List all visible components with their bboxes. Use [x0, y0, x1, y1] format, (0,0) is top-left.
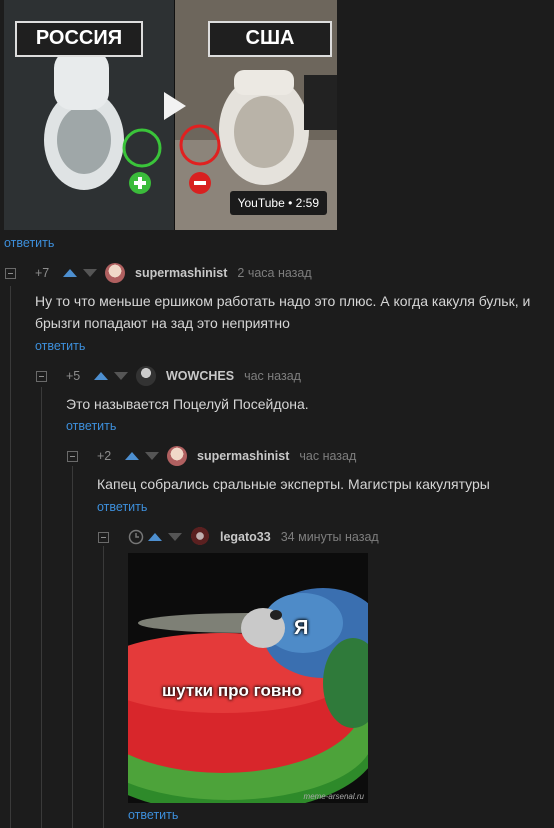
timestamp[interactable]: час назад: [299, 449, 356, 463]
username[interactable]: supermashinist: [135, 266, 227, 280]
comment-header: +2 supermashinist час назад: [97, 446, 356, 466]
downvote-icon[interactable]: [114, 372, 128, 380]
video-duration: 2:59: [295, 196, 319, 210]
video-label-usa: США: [245, 27, 295, 49]
avatar[interactable]: [136, 366, 156, 386]
youtube-badge: YouTube • 2:59: [229, 191, 327, 215]
comment-header: +5 WOWCHES час назад: [66, 366, 301, 386]
thread-line: [103, 546, 104, 828]
downvote-icon[interactable]: [83, 269, 97, 277]
comment-text-line: Ну то что меньше ершиком работать надо э…: [35, 293, 531, 309]
video-label-russia: РОССИЯ: [35, 27, 123, 49]
upvote-icon[interactable]: [125, 452, 139, 460]
timestamp[interactable]: час назад: [244, 369, 301, 383]
meme-watermark: meme-arsenal.ru: [303, 792, 364, 801]
upvote-icon[interactable]: [63, 269, 77, 277]
video-preview[interactable]: РОССИЯ США YouTube • 2:59: [4, 0, 337, 230]
reply-link[interactable]: ответить: [97, 500, 147, 514]
comment-header: +7 supermashinist 2 часа назад: [35, 263, 312, 283]
avatar[interactable]: [190, 527, 210, 547]
meme-caption: шутки про говно: [162, 681, 302, 700]
username[interactable]: legato33: [220, 530, 271, 544]
thread-line: [72, 466, 73, 828]
score: +2: [97, 449, 112, 463]
youtube-label: YouTube: [237, 196, 285, 210]
meme-top-word: Я: [294, 617, 309, 639]
collapse-button[interactable]: [36, 371, 47, 382]
score: +5: [66, 369, 81, 383]
collapse-button[interactable]: [5, 268, 16, 279]
comment-header: legato33 34 минуты назад: [128, 527, 379, 547]
comment-text: Ну то что меньше ершиком работать надо э…: [35, 290, 545, 334]
bullet: •: [288, 196, 296, 210]
thread-line: [41, 387, 42, 828]
downvote-icon[interactable]: [145, 452, 159, 460]
thread-line: [10, 286, 11, 828]
avatar[interactable]: [167, 446, 187, 466]
collapse-button[interactable]: [67, 451, 78, 462]
score: +7: [35, 266, 50, 280]
comment-text: Это называется Поцелуй Посейдона.: [66, 396, 309, 412]
meme-picture: [128, 553, 368, 803]
reply-link-post[interactable]: ответить: [4, 236, 54, 250]
meme-image[interactable]: Я шутки про говно meme-arsenal.ru: [128, 553, 368, 803]
collapse-button[interactable]: [98, 532, 109, 543]
clock-icon: [128, 529, 144, 545]
username[interactable]: supermashinist: [197, 449, 289, 463]
reply-link[interactable]: ответить: [66, 419, 116, 433]
username[interactable]: WOWCHES: [166, 369, 234, 383]
reply-link[interactable]: ответить: [128, 808, 178, 822]
avatar[interactable]: [105, 263, 125, 283]
upvote-icon[interactable]: [148, 533, 162, 541]
downvote-icon[interactable]: [168, 533, 182, 541]
comment-text: Капец собрались сральные эксперты. Магис…: [97, 476, 490, 492]
reply-link[interactable]: ответить: [35, 339, 85, 353]
timestamp[interactable]: 2 часа назад: [237, 266, 311, 280]
upvote-icon[interactable]: [94, 372, 108, 380]
comment-text-line: брызги попадают на зад это неприятно: [35, 315, 290, 331]
timestamp[interactable]: 34 минуты назад: [281, 530, 379, 544]
